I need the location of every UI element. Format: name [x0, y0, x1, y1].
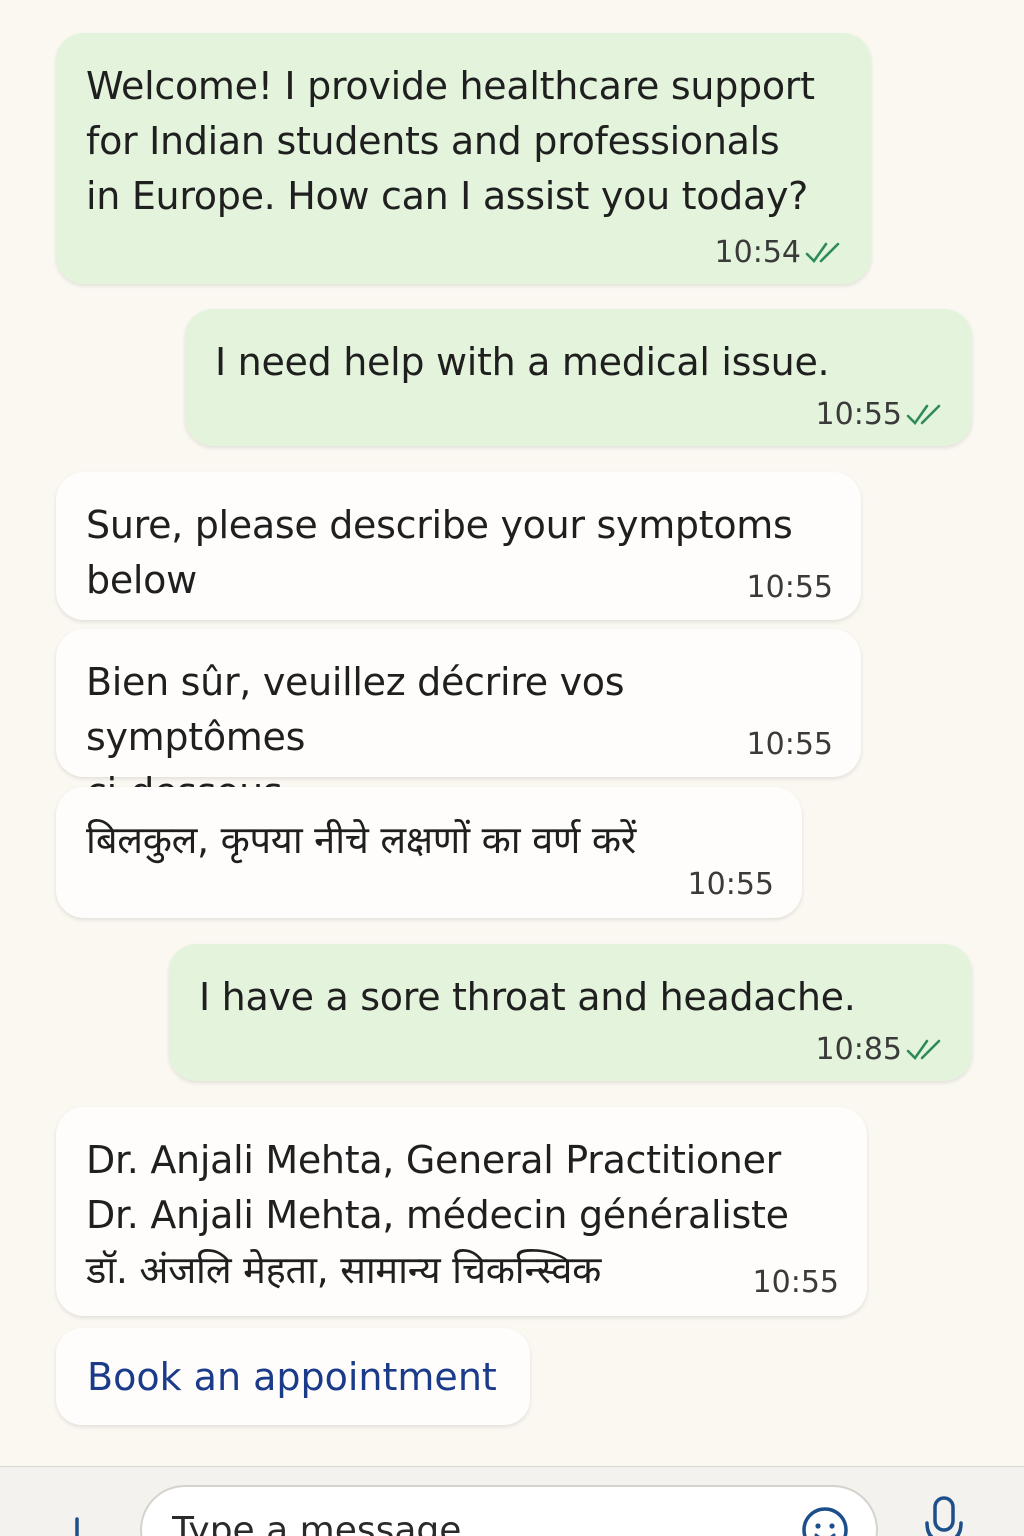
message-time: 10:55 — [746, 727, 833, 762]
message-meta: 10:54 — [715, 235, 843, 270]
double-check-icon — [906, 404, 941, 425]
message-text: बिलकुल, कृपया नीचे लक्षणों का वर्ण करें — [86, 818, 636, 862]
message-meta: 10:55 — [747, 727, 833, 762]
double-check-icon — [906, 1039, 941, 1060]
message-text: Dr. Anjali Mehta, General Practitioner D… — [86, 1138, 789, 1292]
mic-icon[interactable] — [922, 1495, 966, 1536]
message-time: 10:54 — [714, 235, 801, 270]
message-time: 10:55 — [687, 867, 774, 902]
book-appointment-button[interactable]: Book an appointment — [56, 1328, 530, 1425]
message-bubble-describe-fr: Bien sûr, veuillez décrire vos symptômes… — [56, 629, 861, 814]
message-bubble-describe-en: Sure, please describe your symptoms belo… — [56, 472, 861, 620]
message-text: Sure, please describe your symptoms belo… — [86, 503, 793, 602]
chat-thread: Welcome! I provide healthcare support fo… — [0, 0, 1024, 1466]
double-check-icon — [805, 242, 840, 263]
message-bubble-welcome: Welcome! I provide healthcare support fo… — [56, 33, 871, 284]
message-time: 10:55 — [815, 397, 902, 432]
message-text: I need help with a medical issue. — [215, 340, 830, 384]
plus-icon[interactable] — [52, 1517, 102, 1536]
message-time: 10:55 — [746, 570, 833, 605]
message-meta: 10:55 — [747, 570, 833, 605]
message-bubble-symptoms: I have a sore throat and headache. 10:85 — [169, 944, 972, 1081]
emoji-icon[interactable] — [800, 1505, 850, 1536]
message-bubble-describe-hi: बिलकुल, कृपया नीचे लक्षणों का वर्ण करें … — [56, 787, 802, 918]
message-time: 10:55 — [752, 1265, 839, 1300]
message-input[interactable] — [140, 1485, 878, 1536]
message-composer — [0, 1466, 1024, 1536]
message-time: 10:85 — [815, 1032, 902, 1067]
message-bubble-doctor: Dr. Anjali Mehta, General Practitioner D… — [56, 1107, 867, 1316]
message-meta: 10:55 — [816, 397, 944, 432]
message-bubble-medical-issue: I need help with a medical issue. 10:55 — [185, 309, 972, 446]
message-text: Welcome! I provide healthcare support fo… — [86, 64, 815, 218]
message-meta: 10:85 — [816, 1032, 944, 1067]
message-meta: 10:55 — [753, 1265, 839, 1300]
message-meta: 10:55 — [688, 867, 774, 902]
message-text: I have a sore throat and headache. — [199, 975, 856, 1019]
